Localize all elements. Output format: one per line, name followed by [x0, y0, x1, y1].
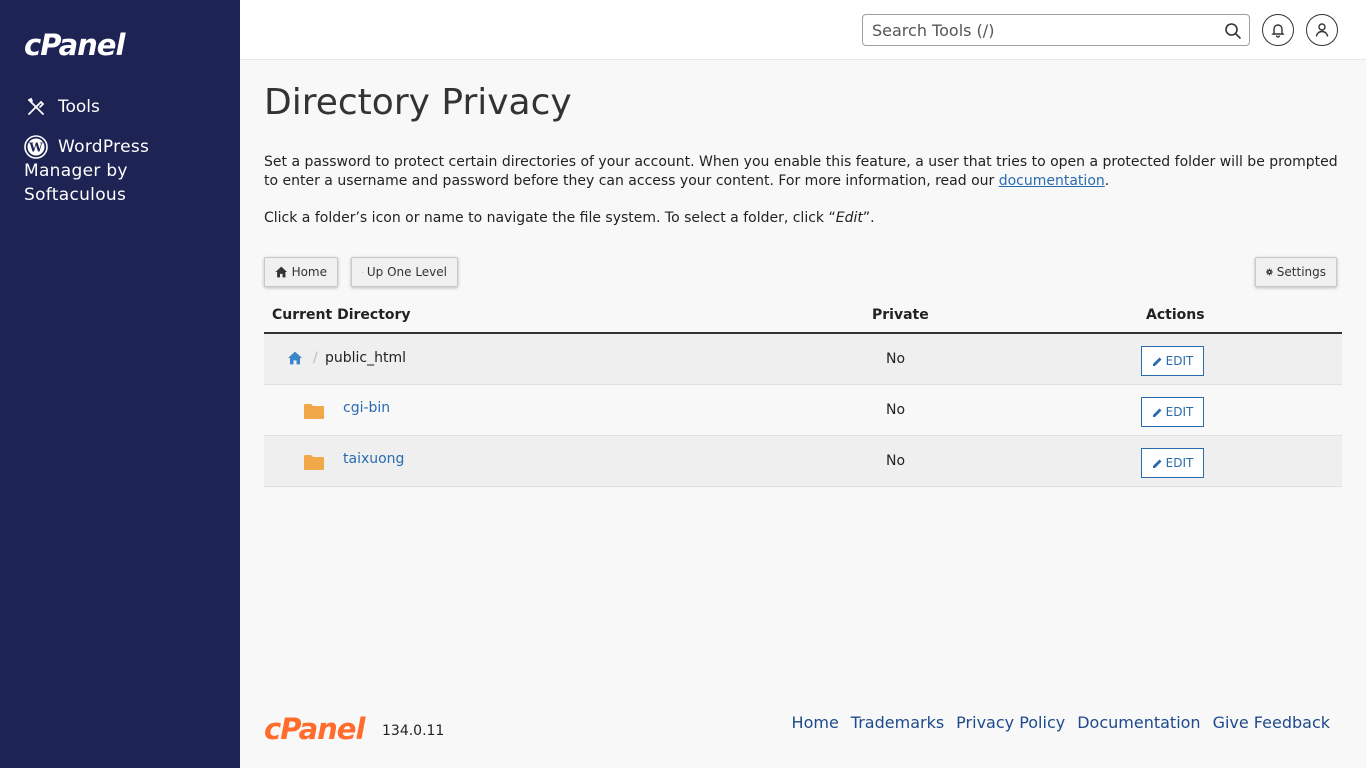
- up-button-label: Up One Level: [366, 265, 447, 279]
- page-title: Directory Privacy: [264, 82, 572, 123]
- sidebar-item-label: Tools: [58, 97, 100, 117]
- folder-link[interactable]: taixuong: [343, 451, 404, 467]
- table-row: / public_html No EDIT: [264, 334, 1342, 385]
- version-number: 134.0.11: [382, 723, 445, 739]
- home-button[interactable]: Home: [264, 257, 338, 287]
- home-button-label: Home: [291, 265, 327, 279]
- private-status: No: [886, 453, 906, 469]
- table-row: taixuong No EDIT: [264, 436, 1342, 487]
- column-header-private: Private: [872, 307, 929, 323]
- settings-button[interactable]: Settings: [1255, 257, 1337, 287]
- footer-link-documentation[interactable]: Documentation: [1077, 713, 1200, 732]
- page-description: Set a password to protect certain direct…: [264, 153, 1342, 191]
- tools-icon: [24, 95, 48, 119]
- up-one-level-button[interactable]: Up One Level: [351, 257, 458, 287]
- column-header-actions: Actions: [1146, 307, 1205, 323]
- edit-button[interactable]: EDIT: [1141, 346, 1204, 376]
- folder-link[interactable]: cgi-bin: [343, 400, 390, 416]
- top-header: [240, 0, 1366, 60]
- footer-link-home[interactable]: Home: [792, 713, 839, 732]
- settings-button-label: Settings: [1276, 265, 1326, 279]
- hint-end: ”.: [862, 210, 875, 226]
- current-directory-name: public_html: [325, 350, 407, 366]
- footer-cpanel-logo: cPanel: [264, 712, 365, 746]
- directory-table: Current Directory Private Actions / publ…: [264, 304, 1342, 487]
- folder-icon[interactable]: [304, 403, 324, 423]
- footer-link-give-feedback[interactable]: Give Feedback: [1213, 713, 1330, 732]
- bell-icon: [1271, 24, 1285, 38]
- description-end: .: [1104, 173, 1110, 189]
- footer-links: Home Trademarks Privacy Policy Documenta…: [792, 713, 1330, 732]
- notifications-button[interactable]: [1262, 14, 1294, 46]
- home-icon: [275, 266, 288, 278]
- gear-icon: [1266, 268, 1273, 276]
- user-menu-button[interactable]: [1306, 14, 1338, 46]
- navigation-hint: Click a folder’s icon or name to navigat…: [264, 209, 1342, 228]
- footer-link-privacy-policy[interactable]: Privacy Policy: [956, 713, 1065, 732]
- edit-button[interactable]: EDIT: [1141, 397, 1204, 427]
- hint-emphasis: Edit: [835, 210, 863, 226]
- level-up-icon: [362, 271, 363, 273]
- table-row: cgi-bin No EDIT: [264, 385, 1342, 436]
- search-icon[interactable]: [1224, 22, 1242, 40]
- sidebar-item-label[interactable]: WordPress Manager by Softaculous: [24, 135, 224, 207]
- cpanel-logo[interactable]: cPanel: [24, 28, 125, 62]
- edit-button-label: EDIT: [1165, 405, 1194, 419]
- folder-icon[interactable]: [304, 454, 324, 474]
- edit-button-label: EDIT: [1165, 354, 1194, 368]
- table-header: Current Directory Private Actions: [264, 304, 1342, 334]
- search-box: [862, 14, 1250, 46]
- path-separator: /: [313, 350, 318, 366]
- sidebar: cPanel Tools W WordPress Manager by Soft…: [0, 0, 240, 768]
- column-header-directory: Current Directory: [272, 307, 411, 323]
- pencil-icon: [1152, 357, 1162, 366]
- user-icon: [1315, 23, 1329, 37]
- home-icon[interactable]: [287, 351, 303, 369]
- sidebar-item-tools[interactable]: Tools: [24, 95, 100, 119]
- private-status: No: [886, 351, 906, 367]
- pencil-icon: [1152, 459, 1162, 468]
- documentation-link[interactable]: documentation: [999, 173, 1105, 189]
- hint-text: Click a folder’s icon or name to navigat…: [264, 210, 836, 226]
- pencil-icon: [1152, 408, 1162, 417]
- edit-button[interactable]: EDIT: [1141, 448, 1204, 478]
- description-text: Set a password to protect certain direct…: [264, 154, 1338, 189]
- search-input[interactable]: [863, 15, 1203, 45]
- edit-button-label: EDIT: [1165, 456, 1194, 470]
- footer-link-trademarks[interactable]: Trademarks: [851, 713, 944, 732]
- private-status: No: [886, 402, 906, 418]
